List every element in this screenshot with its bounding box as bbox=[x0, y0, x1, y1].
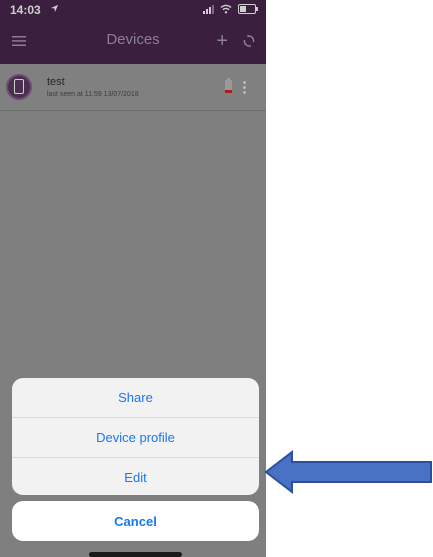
nav-bar: Devices + bbox=[0, 20, 266, 64]
edit-button[interactable]: Edit bbox=[12, 458, 259, 495]
signal-icon bbox=[203, 4, 214, 14]
wifi-icon bbox=[220, 4, 232, 14]
action-sheet: Share Device profile Edit bbox=[12, 378, 259, 495]
device-name: test bbox=[47, 76, 65, 88]
arrow-left-icon bbox=[264, 450, 432, 494]
add-icon[interactable]: + bbox=[216, 31, 228, 51]
phone-screen: 14:03 Devices + test last seen at 11:59 … bbox=[0, 0, 266, 557]
refresh-icon[interactable] bbox=[242, 34, 256, 48]
status-time: 14:03 bbox=[10, 3, 41, 17]
share-button[interactable]: Share bbox=[12, 378, 259, 418]
status-icons bbox=[203, 4, 258, 14]
status-bar: 14:03 bbox=[0, 0, 266, 20]
location-icon bbox=[50, 4, 59, 13]
cancel-button[interactable]: Cancel bbox=[12, 501, 259, 541]
device-last-seen: last seen at 11:59 13/07/2018 bbox=[47, 91, 139, 98]
battery-low-icon bbox=[225, 78, 232, 93]
home-indicator bbox=[89, 552, 182, 557]
device-avatar-icon bbox=[6, 74, 32, 100]
device-list-item[interactable]: test last seen at 11:59 13/07/2018 bbox=[0, 66, 266, 111]
device-profile-button[interactable]: Device profile bbox=[12, 418, 259, 458]
more-icon[interactable] bbox=[243, 81, 246, 94]
battery-icon bbox=[238, 4, 258, 14]
